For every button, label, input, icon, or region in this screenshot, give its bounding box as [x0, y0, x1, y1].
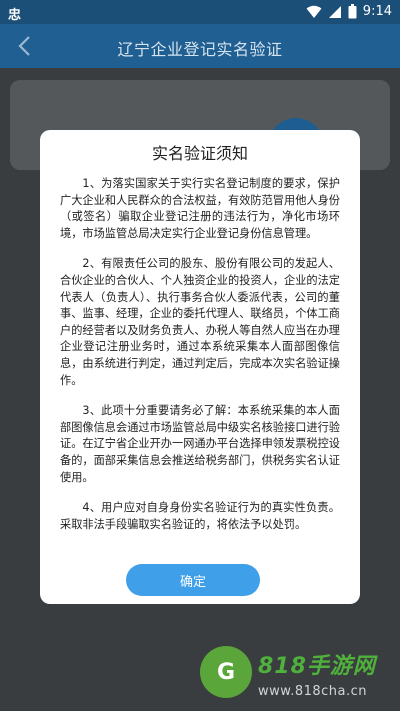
battery-icon: [348, 4, 357, 19]
page-title: 辽宁企业登记实名验证: [117, 40, 283, 59]
app-header: 辽宁企业登记实名验证: [0, 24, 400, 68]
notice-dialog: 实名验证须知 1、为落实国家关于实行实名登记制度的要求，保护广大企业和人民群众的…: [40, 130, 360, 604]
confirm-button[interactable]: 确定: [126, 564, 260, 596]
status-time: 9:14: [362, 4, 392, 19]
dialog-title: 实名验证须知: [151, 144, 248, 163]
signal-icon: [328, 5, 341, 18]
notice-paragraph-1: 1、为落实国家关于实行实名登记制度的要求，保护广大企业和人民群众的合法权益，有效…: [60, 177, 340, 240]
wifi-icon: [306, 5, 322, 18]
status-bar: 忠 9:14: [0, 0, 400, 24]
dialog-body: 1、为落实国家关于实行实名登记制度的要求，保护广大企业和人民群众的合法权益，有效…: [60, 176, 340, 547]
notice-paragraph-4: 4、用户应对自身身份实名验证行为的真实性负责。采取非法手段骗取实名验证的，将依法…: [60, 501, 340, 531]
watermark: G 818手游网 www.818cha.cn: [200, 640, 396, 708]
notice-paragraph-3: 3、此项十分重要请务必了解：本系统采集的本人面部图像信息会通过市场监管总局中级实…: [60, 404, 340, 484]
watermark-logo-icon: G: [200, 646, 252, 698]
app-notification-icon: 忠: [8, 8, 22, 23]
watermark-url: www.818cha.cn: [258, 684, 368, 699]
notice-paragraph-2: 2、有限责任公司的股东、股份有限公司的发起人、合伙企业的合伙人、个人独资企业的投…: [60, 257, 340, 387]
watermark-logo-letter: G: [216, 659, 236, 685]
watermark-name: 818手游网: [258, 654, 376, 679]
status-icons: 9:14: [306, 4, 392, 19]
